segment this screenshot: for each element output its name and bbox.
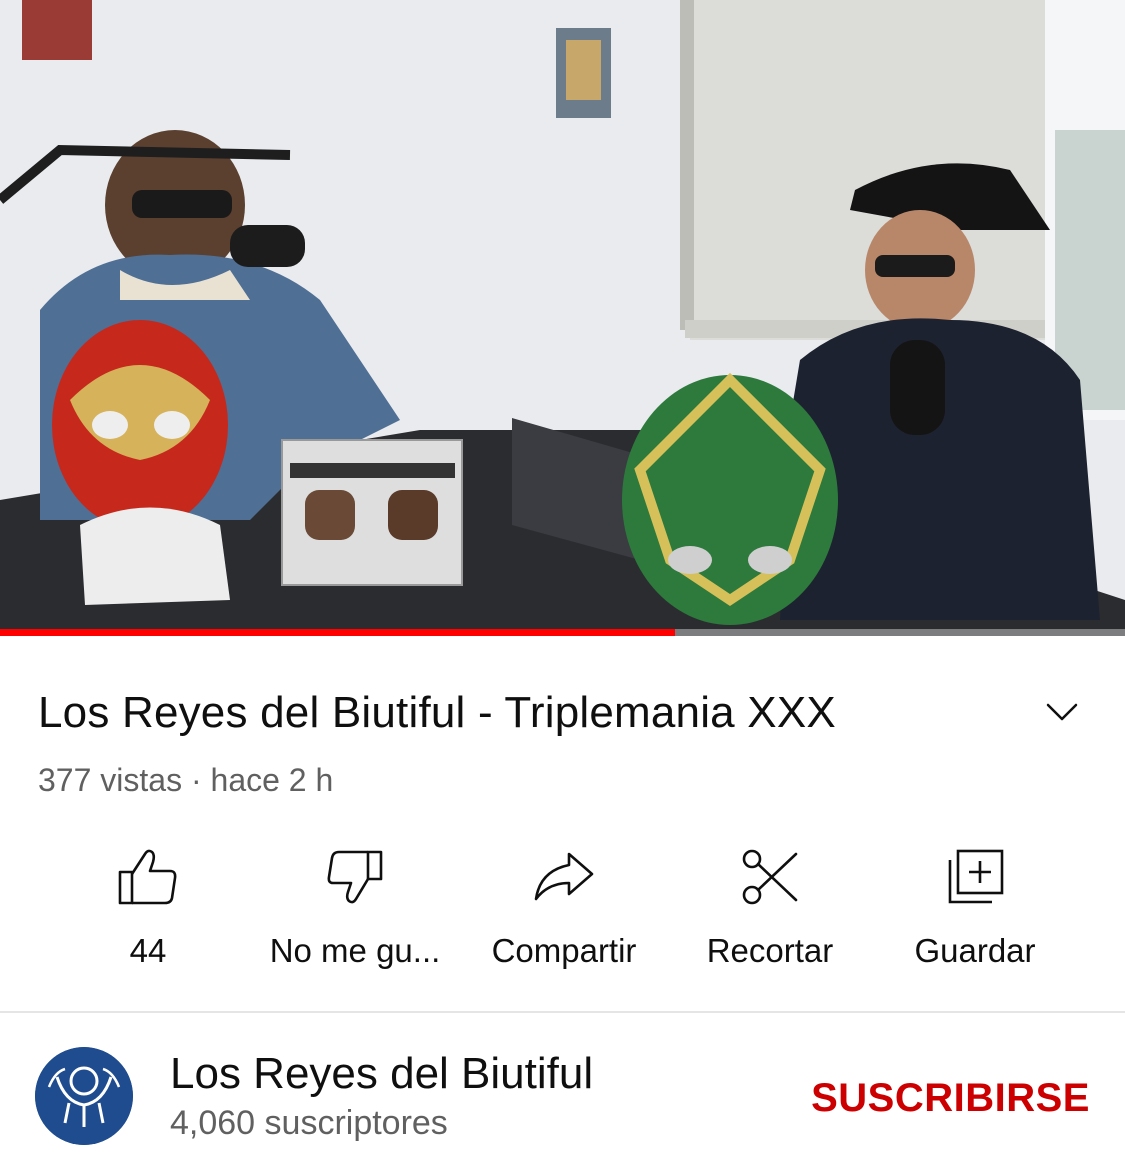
- meta-separator: ·: [190, 762, 202, 798]
- share-button[interactable]: Compartir: [476, 845, 652, 980]
- upload-age: hace 2 h: [210, 762, 334, 798]
- video-player[interactable]: [0, 0, 1125, 636]
- expand-description-button[interactable]: [1038, 692, 1086, 732]
- section-divider: [0, 1011, 1125, 1013]
- clip-label: Recortar: [706, 932, 834, 969]
- like-count: 44: [129, 932, 167, 969]
- chevron-down-icon: [1046, 703, 1078, 721]
- channel-avatar[interactable]: [35, 1047, 133, 1145]
- video-title[interactable]: Los Reyes del Biutiful - Triplemania XXX: [38, 686, 836, 740]
- channel-logo-icon: [35, 1047, 133, 1145]
- video-meta: 377 vistas · hace 2 h: [38, 760, 333, 800]
- video-progress-fill: [0, 629, 675, 636]
- action-bar: 44 No me gu... Compartir Recortar Guarda…: [0, 845, 1125, 980]
- scissors-icon: [742, 849, 798, 905]
- share-label: Compartir: [491, 932, 637, 969]
- subscriber-count: 4,060 suscriptores: [170, 1104, 448, 1142]
- like-button[interactable]: 44: [98, 845, 198, 980]
- save-button[interactable]: Guardar: [900, 845, 1050, 980]
- save-label: Guardar: [914, 932, 1036, 969]
- view-count: 377 vistas: [38, 762, 183, 798]
- video-frame: [0, 0, 1125, 636]
- thumbs-down-icon: [327, 850, 383, 904]
- subscribe-button[interactable]: SUSCRIBIRSE: [770, 1072, 1090, 1124]
- dislike-label: No me gu...: [269, 932, 441, 969]
- dislike-button[interactable]: No me gu...: [255, 845, 455, 980]
- video-progress-bar[interactable]: [0, 629, 1125, 636]
- thumbs-up-icon: [118, 849, 177, 905]
- channel-name[interactable]: Los Reyes del Biutiful: [170, 1048, 593, 1100]
- save-playlist-icon: [948, 849, 1004, 904]
- clip-button[interactable]: Recortar: [690, 845, 850, 980]
- share-icon: [534, 852, 594, 901]
